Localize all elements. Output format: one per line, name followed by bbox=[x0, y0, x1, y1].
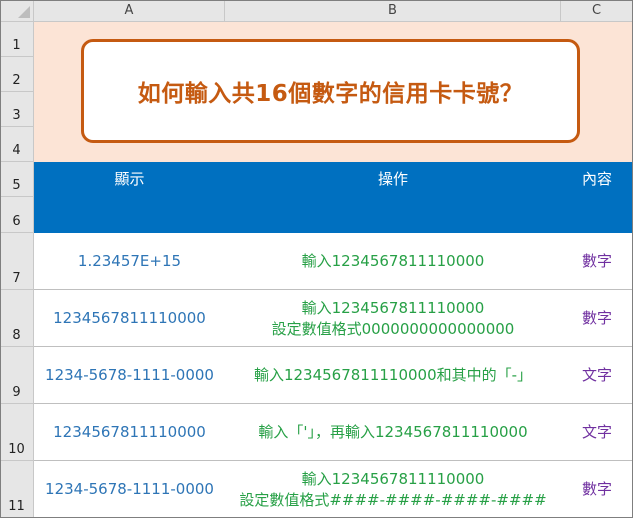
row-header-8[interactable]: 8 bbox=[0, 290, 34, 347]
row-header-9[interactable]: 9 bbox=[0, 347, 34, 404]
cell-b10-line-1: 輸入「'」，再輸入1234567811110000 bbox=[258, 423, 528, 441]
cell-b7-line-1: 輸入1234567811110000 bbox=[301, 252, 485, 270]
select-all-triangle-icon bbox=[18, 6, 30, 18]
spreadsheet: A B C 1 2 3 4 5 6 7 8 9 10 11 如何輸入共16個數字… bbox=[0, 0, 633, 518]
column-header-b[interactable]: B bbox=[225, 0, 561, 22]
cell-c9[interactable]: 文字 bbox=[561, 347, 633, 404]
cell-b8[interactable]: 輸入1234567811110000 設定數值格式000000000000000… bbox=[225, 290, 561, 347]
cell-b8-line-1: 輸入1234567811110000 bbox=[301, 298, 485, 317]
select-all-corner[interactable] bbox=[0, 0, 34, 22]
row-header-7[interactable]: 7 bbox=[0, 233, 34, 290]
cell-c8[interactable]: 數字 bbox=[561, 290, 633, 347]
header-display[interactable]: 顯示 bbox=[34, 168, 225, 189]
row-header-1[interactable]: 1 bbox=[0, 22, 34, 57]
row-header-11[interactable]: 11 bbox=[0, 461, 34, 518]
cell-a9[interactable]: 1234-5678-1111-0000 bbox=[34, 347, 225, 404]
cell-b8-line-2: 設定數值格式0000000000000000 bbox=[271, 319, 515, 338]
column-header-c[interactable]: C bbox=[561, 0, 633, 22]
row-header-2[interactable]: 2 bbox=[0, 57, 34, 92]
row-header-5[interactable]: 5 bbox=[0, 162, 34, 197]
cell-a7[interactable]: 1.23457E+15 bbox=[34, 233, 225, 290]
row-header-3[interactable]: 3 bbox=[0, 92, 34, 127]
column-header-a[interactable]: A bbox=[34, 0, 225, 22]
cell-c11[interactable]: 數字 bbox=[561, 461, 633, 518]
cell-a8[interactable]: 1234567811110000 bbox=[34, 290, 225, 347]
sheet-title: 如何輸入共16個數字的信用卡卡號？ bbox=[137, 81, 524, 107]
title-box: 如何輸入共16個數字的信用卡卡號？ bbox=[81, 39, 580, 143]
header-content[interactable]: 內容 bbox=[561, 168, 633, 189]
cell-b9-line-1: 輸入1234567811110000和其中的「-」 bbox=[253, 366, 533, 384]
row-header-10[interactable]: 10 bbox=[0, 404, 34, 461]
row-header-4[interactable]: 4 bbox=[0, 127, 34, 162]
cell-b11-line-1: 輸入1234567811110000 bbox=[301, 469, 485, 488]
header-operation[interactable]: 操作 bbox=[225, 168, 561, 189]
cell-b10[interactable]: 輸入「'」，再輸入1234567811110000 bbox=[225, 404, 561, 461]
cell-b11-line-2: 設定數值格式####-####-####-#### bbox=[239, 490, 547, 509]
cell-a10[interactable]: 1234567811110000 bbox=[34, 404, 225, 461]
cell-c7[interactable]: 數字 bbox=[561, 233, 633, 290]
cell-b7[interactable]: 輸入1234567811110000 bbox=[225, 233, 561, 290]
row-header-6[interactable]: 6 bbox=[0, 197, 34, 233]
cell-a11[interactable]: 1234-5678-1111-0000 bbox=[34, 461, 225, 518]
cell-b9[interactable]: 輸入1234567811110000和其中的「-」 bbox=[225, 347, 561, 404]
cell-c10[interactable]: 文字 bbox=[561, 404, 633, 461]
cell-b11[interactable]: 輸入1234567811110000 設定數值格式####-####-####-… bbox=[225, 461, 561, 518]
